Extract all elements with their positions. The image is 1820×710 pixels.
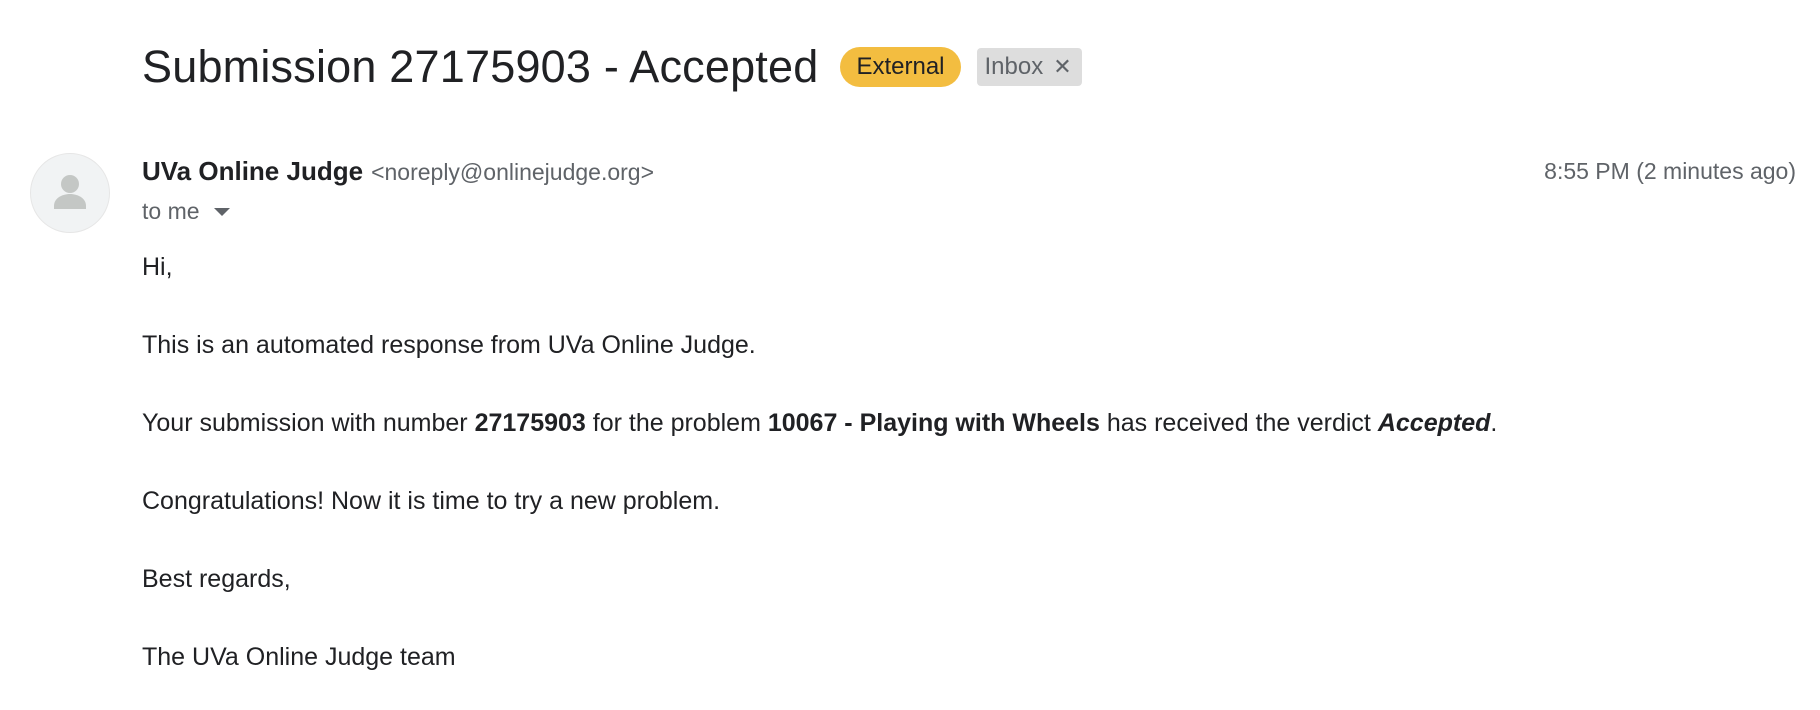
body-closing: Best regards, — [142, 565, 291, 593]
body-congrats: Congratulations! Now it is time to try a… — [142, 487, 721, 515]
problem-name: 10067 - Playing with Wheels — [767, 409, 1100, 437]
label-inbox-text[interactable]: Inbox — [985, 48, 1044, 86]
verdict-line-middle: for the problem — [585, 409, 768, 437]
sender-row: UVa Online Judge <noreply@onlinejudge.or… — [142, 156, 654, 187]
email-timestamp: 8:55 PM (2 minutes ago) — [1544, 158, 1796, 184]
body-intro: This is an automated response from UVa O… — [142, 331, 756, 359]
email-view: Submission 27175903 - Accepted External … — [0, 0, 1820, 710]
sender-email[interactable]: <noreply@onlinejudge.org> — [371, 159, 654, 186]
recipient-label[interactable]: to me — [142, 198, 200, 225]
email-subject: Submission 27175903 - Accepted — [142, 41, 819, 92]
chevron-down-icon[interactable] — [213, 207, 230, 216]
label-inbox[interactable]: Inbox ✕ — [976, 48, 1082, 86]
remove-label-icon[interactable]: ✕ — [1053, 48, 1071, 86]
body-greeting: Hi, — [142, 253, 173, 281]
recipient-row[interactable]: to me — [142, 198, 230, 225]
body-signature: The UVa Online Judge team — [142, 643, 456, 671]
sender-name[interactable]: UVa Online Judge — [142, 156, 363, 187]
verdict-line-suffix: has received the verdict — [1099, 409, 1378, 437]
verdict: Accepted — [1377, 409, 1491, 437]
body-verdict-line: Your submission with number 27175903 for… — [142, 408, 1497, 438]
subject-row: Submission 27175903 - Accepted External … — [142, 36, 1082, 98]
email-body: Hi, This is an automated response from U… — [142, 252, 1497, 710]
verdict-line-prefix: Your submission with number — [142, 409, 475, 437]
submission-number: 27175903 — [474, 409, 586, 437]
person-icon — [54, 175, 86, 209]
avatar[interactable] — [30, 153, 110, 233]
verdict-line-end: . — [1490, 409, 1498, 437]
label-external[interactable]: External — [840, 47, 961, 87]
